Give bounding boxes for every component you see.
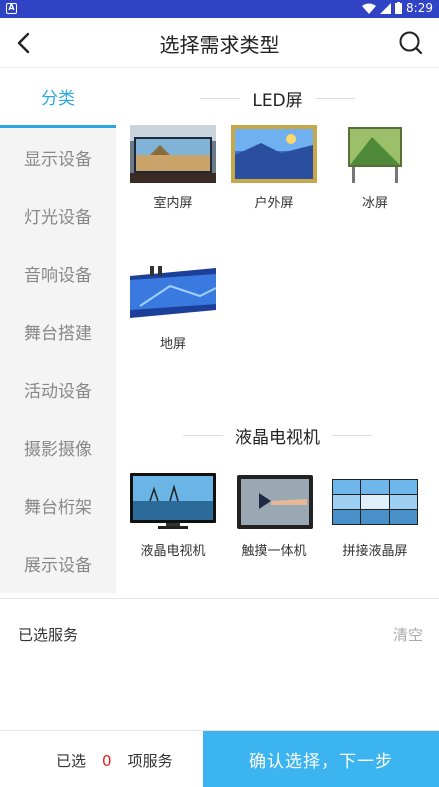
grid-item-touch-kiosk[interactable]: 触摸一体机 (224, 473, 324, 559)
ice-screen-image (332, 125, 418, 183)
grid-item-label: 液晶电视机 (140, 544, 206, 559)
selected-count-area: 已选 0 项服务 (56, 750, 173, 771)
status-bar: A 8:29 (0, 0, 439, 18)
confirm-next-button[interactable]: 确认选择，下一步 (203, 731, 439, 787)
divider (183, 435, 223, 436)
indoor-screen-image (130, 125, 216, 183)
signal-icon (380, 2, 392, 14)
product-grid: LED屏 室内屏 户外屏 冰屏 地屏 液晶电视机 液晶电视机 触摸一体机 拼接液… (116, 68, 439, 593)
sidebar-item-stage[interactable]: 舞台搭建 (0, 302, 116, 360)
clear-button[interactable]: 清空 (393, 624, 423, 645)
sidebar-item-event[interactable]: 活动设备 (0, 360, 116, 418)
category-sidebar: 分类 显示设备 灯光设备 音响设备 舞台搭建 活动设备 摄影摄像 舞台桁架 展示… (0, 68, 116, 593)
header: 选择需求类型 (0, 18, 439, 68)
sidebar-item-label: 摄影摄像 (24, 439, 92, 460)
grid-item-lcd-tv[interactable]: 液晶电视机 (123, 473, 223, 559)
grid-item-ice-screen[interactable]: 冰屏 (325, 125, 425, 211)
section-title-lcd: 液晶电视机 (116, 423, 439, 448)
bottom-bar: 已选 0 项服务 确认选择，下一步 (0, 730, 439, 787)
splicing-lcd-image (332, 473, 418, 531)
touch-kiosk-image (231, 473, 317, 531)
sidebar-item-camera[interactable]: 摄影摄像 (0, 418, 116, 476)
section-title-text: 液晶电视机 (235, 428, 320, 448)
selected-suffix: 项服务 (127, 752, 173, 770)
grid-item-label: 室内屏 (153, 196, 193, 211)
divider (314, 98, 355, 99)
outdoor-screen-image (231, 125, 317, 183)
partial-image (130, 588, 216, 593)
grid-item-label: 冰屏 (361, 196, 388, 211)
grid-item-label: 地屏 (159, 337, 186, 352)
sidebar-item-audio[interactable]: 音响设备 (0, 244, 116, 302)
grid-item-label: 户外屏 (254, 196, 294, 211)
sidebar-item-label: 活动设备 (24, 381, 92, 402)
wifi-icon (362, 3, 377, 14)
grid-item-label: 拼接液晶屏 (342, 544, 408, 559)
status-time: 8:29 (406, 1, 433, 15)
grid-item-indoor-screen[interactable]: 室内屏 (123, 125, 223, 211)
selected-services-panel: 已选服务 清空 (0, 598, 439, 668)
selected-count: 0 (102, 752, 112, 770)
floor-screen-image (130, 266, 216, 324)
grid-item-label: 触摸一体机 (241, 544, 307, 559)
grid-item-outdoor-screen[interactable]: 户外屏 (224, 125, 324, 211)
divider (332, 435, 372, 436)
sidebar-item-label: 舞台桁架 (24, 497, 92, 518)
selected-services-label: 已选服务 (18, 626, 79, 644)
sidebar-item-label: 分类 (41, 89, 75, 109)
search-icon[interactable] (397, 29, 425, 57)
sidebar-item-lighting[interactable]: 灯光设备 (0, 186, 116, 244)
sidebar-item-label: 显示设备 (24, 149, 92, 170)
sidebar-item-label: 展示设备 (24, 555, 92, 576)
sidebar-item-label: 灯光设备 (24, 207, 92, 228)
divider (200, 98, 241, 99)
notification-icon: A (6, 3, 17, 14)
sidebar-item-exhibit[interactable]: 展示设备 (0, 534, 116, 592)
grid-item-partial[interactable] (123, 588, 223, 593)
selected-prefix: 已选 (56, 752, 87, 770)
sidebar-item-display[interactable]: 显示设备 (0, 128, 116, 186)
lcd-tv-image (130, 473, 216, 531)
sidebar-item-category[interactable]: 分类 (0, 68, 116, 128)
section-title-text: LED屏 (252, 91, 303, 111)
grid-item-splicing-lcd[interactable]: 拼接液晶屏 (325, 473, 425, 559)
battery-icon (395, 2, 403, 14)
sidebar-item-truss[interactable]: 舞台桁架 (0, 476, 116, 534)
grid-item-floor-screen[interactable]: 地屏 (123, 266, 223, 352)
sidebar-item-label: 音响设备 (24, 265, 92, 286)
section-title-led: LED屏 (116, 86, 439, 111)
page-title: 选择需求类型 (159, 33, 280, 57)
sidebar-item-label: 舞台搭建 (24, 323, 92, 344)
